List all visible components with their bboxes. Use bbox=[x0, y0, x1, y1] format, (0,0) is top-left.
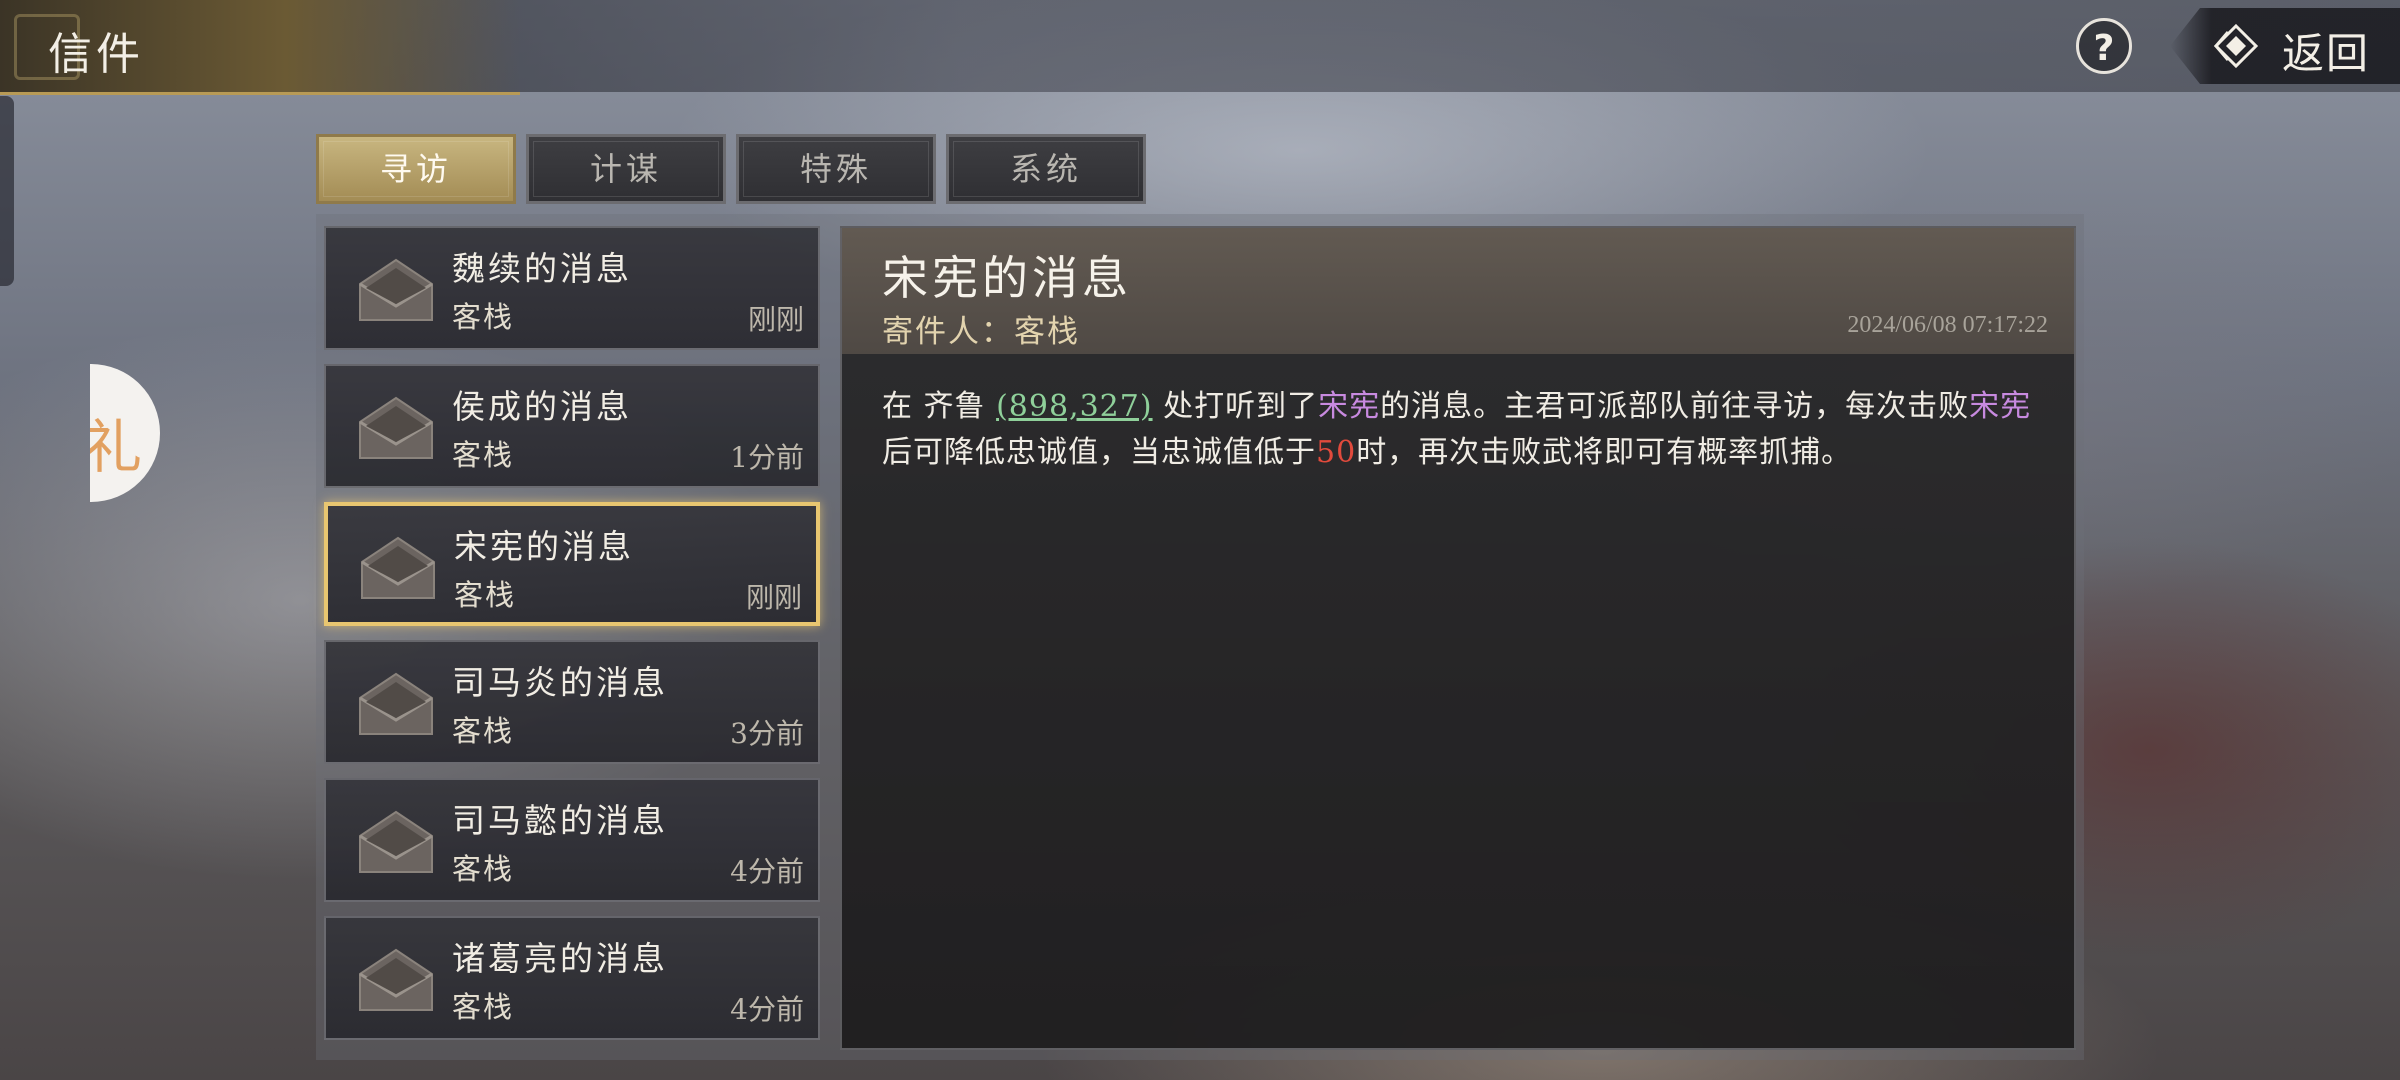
mail-subject: 宋宪的消息 bbox=[454, 527, 634, 566]
tab-label: 系统 bbox=[1009, 150, 1082, 188]
mail-subject: 司马懿的消息 bbox=[452, 801, 668, 840]
mail-detail-header: 宋宪的消息 寄件人：客栈 2024/06/08 07:17:22 bbox=[842, 228, 2074, 354]
envelope-icon bbox=[359, 258, 433, 321]
tab-label: 寻访 bbox=[379, 150, 452, 188]
loyalty-threshold: 50 bbox=[1316, 435, 1357, 470]
mail-item[interactable]: 司马懿的消息 客栈 4分前 bbox=[324, 778, 820, 902]
mail-time: 1分前 bbox=[730, 441, 804, 474]
tab-special[interactable]: 特殊 bbox=[736, 134, 936, 204]
back-label: 返回 bbox=[2282, 29, 2371, 78]
body-text: 处打听到了 bbox=[1152, 389, 1319, 424]
gift-icon: 礼 bbox=[90, 413, 143, 481]
body-text: 后可降低忠诚值，当忠诚值低于 bbox=[882, 435, 1316, 470]
mail-detail: 宋宪的消息 寄件人：客栈 2024/06/08 07:17:22 在 齐鲁 (8… bbox=[840, 226, 2076, 1050]
mail-time: 4分前 bbox=[730, 855, 804, 888]
side-drawer-handle[interactable] bbox=[0, 96, 14, 286]
envelope-icon bbox=[359, 810, 433, 873]
mail-subject: 魏续的消息 bbox=[452, 249, 632, 288]
gift-badge[interactable]: 礼 bbox=[90, 364, 160, 502]
mail-subject: 司马炎的消息 bbox=[452, 663, 668, 702]
body-text: 在 齐鲁 bbox=[882, 389, 997, 424]
mail-subject: 侯成的消息 bbox=[452, 387, 632, 426]
mail-time: 刚刚 bbox=[747, 303, 804, 336]
mail-sender: 客栈 bbox=[452, 714, 515, 748]
body-text: 时，再次击败武将即可有概率抓捕。 bbox=[1356, 435, 1853, 470]
mail-sender: 客栈 bbox=[454, 578, 517, 612]
mail-sender: 客栈 bbox=[452, 852, 515, 886]
tab-label: 特殊 bbox=[799, 150, 872, 188]
mail-subject: 诸葛亮的消息 bbox=[452, 939, 668, 978]
mail-detail-sender: 寄件人：客栈 bbox=[882, 306, 1080, 351]
back-button[interactable]: 返回 bbox=[2170, 8, 2400, 84]
help-button[interactable]: ? bbox=[2076, 18, 2132, 74]
body-text: 的消息。主君可派部队前往寻访，每次击败 bbox=[1380, 389, 1970, 424]
tab-strategy[interactable]: 计谋 bbox=[526, 134, 726, 204]
title-plate: 信件 bbox=[0, 0, 520, 95]
sender-value: 客栈 bbox=[1014, 314, 1080, 350]
mail-item[interactable]: 魏续的消息 客栈 刚刚 bbox=[324, 226, 820, 350]
general-name: 宋宪 bbox=[1318, 389, 1381, 424]
envelope-icon bbox=[359, 396, 433, 459]
tab-label: 计谋 bbox=[589, 150, 662, 188]
envelope-icon bbox=[359, 672, 433, 735]
mail-time: 4分前 bbox=[730, 993, 804, 1026]
mail-detail-date: 2024/06/08 07:17:22 bbox=[1847, 312, 2048, 338]
mail-time: 3分前 bbox=[730, 717, 804, 750]
mail-item[interactable]: 诸葛亮的消息 客栈 4分前 bbox=[324, 916, 820, 1040]
mail-item[interactable]: 侯成的消息 客栈 1分前 bbox=[324, 364, 820, 488]
question-icon: ? bbox=[2093, 28, 2115, 69]
mail-sender: 客栈 bbox=[452, 300, 515, 334]
mail-time: 刚刚 bbox=[745, 581, 802, 614]
mail-sender: 客栈 bbox=[452, 990, 515, 1024]
mail-detail-title: 宋宪的消息 bbox=[882, 251, 1132, 305]
mail-item[interactable]: 司马炎的消息 客栈 3分前 bbox=[324, 640, 820, 764]
general-name: 宋宪 bbox=[1969, 389, 2032, 424]
envelope-icon bbox=[359, 948, 433, 1011]
page-title: 信件 bbox=[48, 29, 144, 80]
diamond-arrow-icon bbox=[2214, 24, 2258, 68]
mail-sender: 客栈 bbox=[452, 438, 515, 472]
coordinate-link[interactable]: (898,327) bbox=[996, 389, 1152, 424]
mail-detail-body: 在 齐鲁 (898,327) 处打听到了宋宪的消息。主君可派部队前往寻访，每次击… bbox=[882, 384, 2042, 476]
mail-item-selected[interactable]: 宋宪的消息 客栈 刚刚 bbox=[324, 502, 820, 626]
envelope-icon bbox=[361, 536, 435, 599]
tab-system[interactable]: 系统 bbox=[946, 134, 1146, 204]
sender-label: 寄件人： bbox=[882, 314, 1014, 350]
tab-visit[interactable]: 寻访 bbox=[316, 134, 516, 204]
